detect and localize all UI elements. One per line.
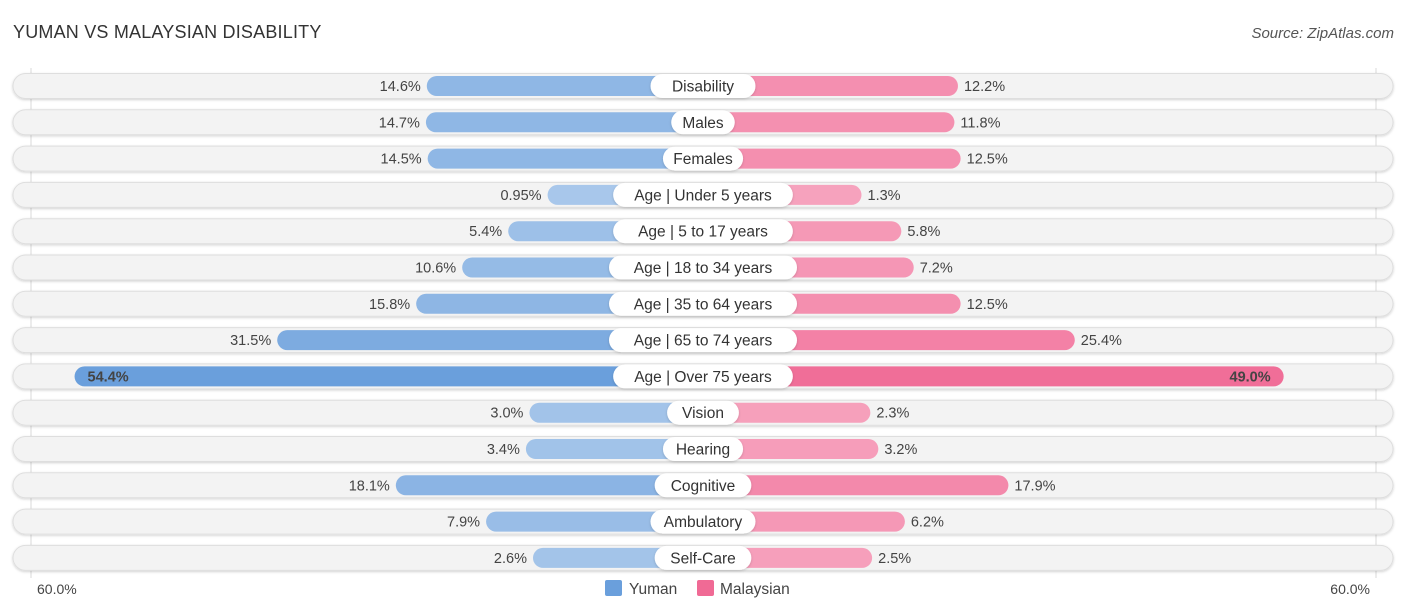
value-label-malaysian: 1.3%: [868, 188, 901, 204]
value-label-malaysian: 2.3%: [876, 406, 909, 422]
value-label-malaysian: 6.2%: [911, 515, 944, 531]
category-label: Disability: [672, 79, 734, 96]
category-label: Vision: [682, 405, 724, 422]
bar-yuman: [425, 112, 703, 133]
value-label-yuman: 18.1%: [349, 478, 390, 494]
chart-row: 18.1% 17.9% Cognitive: [12, 472, 1394, 499]
value-label-malaysian: 17.9%: [1014, 478, 1055, 494]
chart-row: 31.5% 25.4% Age | 65 to 74 years: [12, 327, 1394, 354]
value-label-yuman: 31.5%: [230, 333, 271, 349]
value-label-yuman: 3.4%: [487, 442, 520, 458]
category-label: Age | Over 75 years: [634, 369, 772, 386]
bar-yuman: [74, 366, 703, 387]
category-label: Self-Care: [670, 550, 735, 567]
value-label-malaysian: 3.2%: [884, 442, 917, 458]
value-label-yuman: 14.6%: [380, 79, 421, 95]
value-label-yuman: 14.7%: [379, 115, 420, 131]
value-label-yuman: 0.95%: [500, 188, 541, 204]
chart-row: 14.5% 12.5% Females: [12, 145, 1394, 172]
category-label: Age | 35 to 64 years: [634, 296, 773, 313]
chart-row: 15.8% 12.5% Age | 35 to 64 years: [12, 290, 1394, 317]
value-label-malaysian: 11.8%: [960, 115, 1000, 131]
legend-swatch-malaysian: [697, 580, 714, 596]
chart-row: 0.95% 1.3% Age | Under 5 years: [12, 181, 1394, 208]
value-label-malaysian: 12.2%: [964, 79, 1005, 95]
axis-label-left: 60.0%: [37, 581, 77, 597]
category-label: Cognitive: [671, 478, 736, 495]
value-label-yuman: 15.8%: [369, 297, 410, 313]
value-label-yuman: 2.6%: [494, 551, 527, 567]
legend: Yuman Malaysian: [605, 580, 790, 598]
legend-label-yuman: Yuman: [629, 581, 677, 598]
value-label-yuman: 10.6%: [415, 261, 456, 277]
value-label-malaysian: 2.5%: [878, 551, 911, 567]
value-label-yuman: 7.9%: [447, 515, 480, 531]
chart-row: 10.6% 7.2% Age | 18 to 34 years: [12, 254, 1394, 281]
category-label: Age | 18 to 34 years: [634, 260, 773, 277]
value-label-yuman: 5.4%: [469, 224, 502, 240]
chart-row: 3.4% 3.2% Hearing: [12, 436, 1394, 462]
bar-yuman: [427, 148, 703, 169]
chart-row: 14.6% 12.2% Disability: [12, 73, 1394, 99]
chart-row: 5.4% 5.8% Age | 5 to 17 years: [12, 218, 1394, 245]
value-label-yuman: 3.0%: [490, 406, 523, 422]
value-label-malaysian: 7.2%: [920, 261, 953, 277]
legend-label-malaysian: Malaysian: [720, 581, 790, 598]
value-label-yuman: 14.5%: [381, 152, 422, 168]
value-label-malaysian: 12.5%: [967, 297, 1008, 313]
bar-malaysian: [703, 112, 955, 133]
value-label-malaysian: 12.5%: [967, 152, 1008, 168]
category-label: Ambulatory: [664, 514, 743, 531]
axis-label-right: 60.0%: [1330, 581, 1370, 597]
chart-row: 7.9% 6.2% Ambulatory: [12, 508, 1394, 535]
category-label: Age | 5 to 17 years: [638, 224, 768, 241]
category-label: Females: [673, 151, 733, 168]
value-label-malaysian: 5.8%: [907, 224, 940, 240]
chart-row: 14.7% 11.8% Males: [12, 109, 1394, 136]
value-label-malaysian: 49.0%: [1230, 369, 1271, 385]
diverging-bar-chart: 14.6% 12.2% Disability 14.7% 11.8% Males 14.5%…: [12, 68, 1394, 598]
value-label-malaysian: 25.4%: [1081, 333, 1122, 349]
legend-swatch-yuman: [605, 580, 622, 596]
category-label: Males: [682, 115, 724, 132]
category-label: Age | Under 5 years: [634, 187, 772, 204]
value-label-yuman: 54.4%: [88, 369, 129, 385]
category-label: Hearing: [676, 442, 730, 459]
chart-row: 3.0% 2.3% Vision: [12, 399, 1394, 426]
chart-row: 54.4% 49.0% Age | Over 75 years: [12, 363, 1394, 390]
chart-row: 2.6% 2.5% Self-Care: [12, 544, 1394, 571]
category-label: Age | 65 to 74 years: [634, 333, 773, 350]
